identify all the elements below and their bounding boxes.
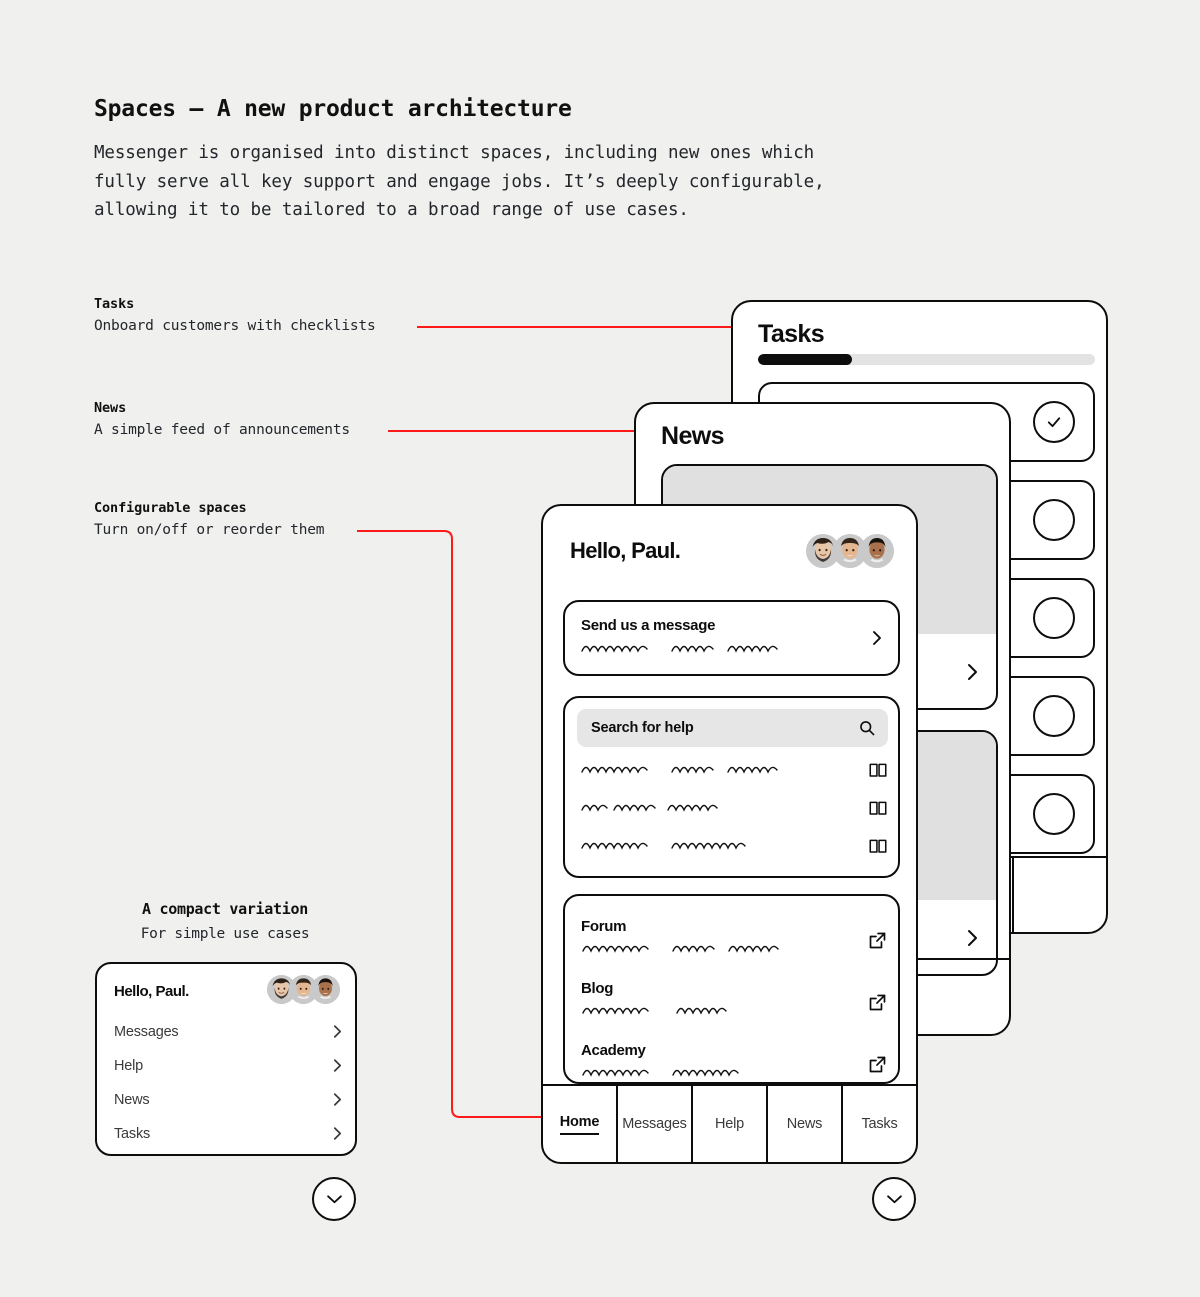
help-article-row[interactable] — [580, 800, 887, 822]
tasks-progress-fill — [758, 354, 853, 365]
page-description-line: Messenger is organised into distinct spa… — [94, 143, 815, 163]
link-title: Blog — [581, 980, 614, 997]
task-checkbox[interactable] — [1033, 695, 1075, 737]
chevron-right-icon — [872, 630, 882, 646]
task-checkbox[interactable] — [1033, 793, 1075, 835]
compact-row-label: Messages — [114, 1024, 179, 1040]
home-greeting: Hello, Paul. — [570, 538, 681, 563]
tab-tasks[interactable]: Tasks — [843, 1086, 916, 1162]
annotation-description: Turn on/off or reorder them — [94, 522, 325, 538]
annotation-description: A simple feed of announcements — [94, 422, 350, 438]
compact-variation-heading: A compact variation For simple use cases — [94, 900, 356, 942]
chevron-down-icon — [886, 1194, 902, 1203]
compact-row-label: Help — [114, 1058, 144, 1074]
help-article-row[interactable] — [580, 762, 887, 784]
task-checkbox[interactable] — [1033, 597, 1075, 639]
external-links-panel: Forum Blog Academy — [563, 894, 900, 1084]
teammate-avatars — [806, 534, 894, 568]
annotation-news: News A simple feed of announcements — [94, 400, 350, 438]
tasks-card-title: Tasks — [758, 320, 825, 348]
tab-placeholder[interactable] — [917, 960, 1009, 1034]
help-article-row[interactable] — [580, 838, 887, 860]
annotation-title: News — [94, 400, 127, 416]
annotation-configurable-spaces: Configurable spaces Turn on/off or reord… — [94, 500, 325, 538]
home-messenger-card: Hello, Paul. Send us a message Search fo… — [541, 504, 918, 1164]
compact-row-messages[interactable]: Messages — [114, 1024, 342, 1046]
annotation-description: Onboard customers with checklists — [94, 318, 376, 334]
compact-subtitle: For simple use cases — [140, 926, 310, 942]
book-icon — [869, 762, 887, 778]
chevron-right-icon — [967, 929, 978, 947]
squiggle-placeholder-icon — [581, 1003, 886, 1017]
tab-placeholder[interactable] — [1014, 858, 1106, 932]
squiggle-placeholder-icon — [581, 804, 718, 812]
search-placeholder: Search for help — [591, 720, 694, 736]
squiggle-placeholder-icon — [581, 941, 886, 955]
search-input[interactable]: Search for help — [577, 709, 888, 747]
search-icon — [859, 720, 875, 736]
squiggle-placeholder-icon — [581, 842, 746, 850]
link-row-blog[interactable]: Blog — [581, 980, 886, 1017]
page-description-line: fully serve all key support and engage j… — [94, 171, 825, 192]
tasks-progress-bar — [758, 354, 1095, 365]
chevron-down-icon — [326, 1194, 342, 1203]
compact-row-news[interactable]: News — [114, 1092, 342, 1114]
avatar — [311, 975, 340, 1004]
task-checkbox[interactable] — [1033, 499, 1075, 541]
compact-row-help[interactable]: Help — [114, 1058, 342, 1080]
page-title: Spaces — A new product architecture — [94, 96, 572, 122]
squiggle-placeholder-icon — [580, 641, 804, 655]
tab-home[interactable]: Home — [543, 1086, 618, 1162]
squiggle-placeholder-icon — [581, 766, 778, 774]
messenger-launcher-button-home[interactable] — [872, 1177, 916, 1221]
send-message-panel[interactable]: Send us a message — [563, 600, 900, 676]
compact-messenger-card: Hello, Paul. Messages Help News Tasks — [95, 962, 357, 1156]
task-checkbox-checked[interactable] — [1033, 401, 1075, 443]
messenger-launcher-button-compact[interactable] — [312, 1177, 356, 1221]
book-icon — [869, 838, 887, 854]
home-tabbar: Home Messages Help News Tasks — [543, 1084, 916, 1162]
link-title: Forum — [581, 918, 627, 935]
tab-help[interactable]: Help — [693, 1086, 768, 1162]
compact-row-tasks[interactable]: Tasks — [114, 1126, 342, 1148]
book-icon — [869, 800, 887, 816]
send-message-title: Send us a message — [581, 617, 716, 634]
chevron-right-icon — [967, 663, 978, 681]
external-link-icon — [869, 932, 886, 949]
compact-row-label: News — [114, 1092, 150, 1108]
news-card-title: News — [661, 422, 725, 450]
annotation-title: Tasks — [94, 296, 135, 312]
squiggle-placeholder-icon — [581, 1065, 886, 1079]
chevron-right-icon — [333, 1092, 342, 1107]
page-description: Messenger is organised into distinct spa… — [94, 139, 924, 225]
external-link-icon — [869, 1056, 886, 1073]
help-panel: Search for help — [563, 696, 900, 878]
avatar — [860, 534, 894, 568]
chevron-right-icon — [333, 1058, 342, 1073]
chevron-right-icon — [333, 1126, 342, 1141]
annotation-title: Configurable spaces — [94, 500, 247, 516]
page-canvas: Spaces — A new product architecture Mess… — [0, 0, 1200, 1297]
compact-title: A compact variation — [142, 900, 308, 918]
teammate-avatars — [267, 975, 340, 1004]
page-description-line: allowing it to be tailored to a broad ra… — [94, 200, 689, 220]
link-row-forum[interactable]: Forum — [581, 918, 886, 955]
external-link-icon — [869, 994, 886, 1011]
tab-news[interactable]: News — [768, 1086, 843, 1162]
annotation-tasks: Tasks Onboard customers with checklists — [94, 296, 376, 334]
link-row-academy[interactable]: Academy — [581, 1042, 886, 1079]
link-title: Academy — [581, 1042, 646, 1059]
compact-row-label: Tasks — [114, 1126, 151, 1142]
check-icon — [1047, 417, 1061, 428]
chevron-right-icon — [333, 1024, 342, 1039]
compact-greeting: Hello, Paul. — [114, 983, 189, 1000]
tab-messages[interactable]: Messages — [618, 1086, 693, 1162]
